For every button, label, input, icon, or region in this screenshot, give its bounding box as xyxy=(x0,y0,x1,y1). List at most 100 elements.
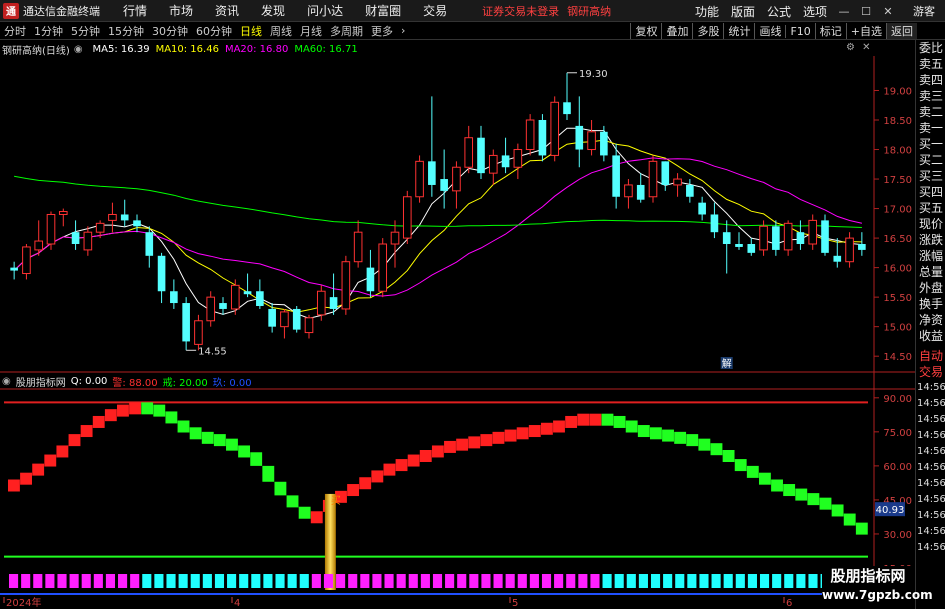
price-tick-label: 14.50 xyxy=(883,352,912,363)
ind-tick-label: 30.00 xyxy=(883,530,912,541)
indicator-block xyxy=(129,402,141,415)
sp-price: 现价 xyxy=(919,217,944,231)
chart-title: 钢研高纳(日线) xyxy=(2,45,70,57)
signal-strip-block xyxy=(675,574,685,588)
signal-strip-block xyxy=(566,574,576,588)
indicator-block xyxy=(722,450,735,462)
candle-body xyxy=(735,244,743,247)
signal-strip-block xyxy=(33,574,43,588)
date-label: 2024年 xyxy=(6,596,41,609)
candle-body xyxy=(428,161,436,185)
signal-strip-block xyxy=(541,574,552,588)
indicator-block xyxy=(698,438,711,451)
candle-body xyxy=(648,160,658,198)
signal-strip-block xyxy=(227,574,237,588)
sp-time-10: 14:56 xyxy=(917,526,945,537)
indicator-block xyxy=(383,463,396,476)
indicator-watch: 戒: 20.00 xyxy=(162,378,208,389)
indicator-block xyxy=(468,436,481,449)
signal-strip-block xyxy=(190,574,200,588)
signal-strip-block xyxy=(505,574,515,588)
signal-strip-block xyxy=(105,574,116,588)
candle-body xyxy=(206,296,216,322)
indicator-block xyxy=(444,440,456,453)
sp-buy2: 买二 xyxy=(919,153,944,167)
sp-time-4: 14:56 xyxy=(917,430,945,441)
sp-time-9: 14:56 xyxy=(917,510,945,521)
indicator-block xyxy=(589,413,602,426)
indicator-block xyxy=(480,434,493,447)
signal-strip-block xyxy=(493,574,503,588)
candle-body xyxy=(575,125,584,150)
sp-sell3: 卖三 xyxy=(919,89,944,103)
indicator-block xyxy=(250,452,263,466)
candle-body xyxy=(563,102,571,115)
sp-auto[interactable]: 自动 xyxy=(916,348,945,364)
sp-weibi[interactable]: 委比 xyxy=(916,40,945,56)
signal-strip-block xyxy=(45,574,55,588)
indicator-block xyxy=(201,431,214,444)
eye-icon[interactable]: ◉ xyxy=(74,44,83,55)
candle-body xyxy=(673,178,682,186)
settings-icon[interactable]: ⚙ xyxy=(846,42,855,53)
indicator-block xyxy=(734,459,747,472)
indicator-block xyxy=(286,495,299,508)
signal-strip-block xyxy=(166,574,176,588)
sp-netasset: 净资 xyxy=(919,313,944,327)
candle-body xyxy=(833,255,842,262)
signal-strip-block xyxy=(554,574,564,588)
indicator-block xyxy=(649,427,662,440)
indicator-block xyxy=(831,504,844,517)
sp-buy4: 买四 xyxy=(919,185,944,199)
signal-strip-block xyxy=(445,574,455,588)
sp-trade[interactable]: 交易 xyxy=(916,364,945,380)
signal-strip-block xyxy=(529,574,539,588)
sp-time-7: 14:56 xyxy=(917,478,945,489)
signal-strip-block xyxy=(372,574,382,588)
indicator-block xyxy=(746,465,759,478)
price-axis: 14.50 15.00 15.50 16.00 16.50 17.00 17.50 18.00… xyxy=(874,86,912,575)
candle-body xyxy=(366,267,375,292)
indicator-block xyxy=(771,479,783,492)
sp-time-1: 14:56 xyxy=(917,382,945,393)
signal-strip-block xyxy=(796,574,806,588)
chart-canvas[interactable]: 19.3014.55解 买 14.5015.0015.5016.0016.501… xyxy=(0,0,945,609)
signal-strip-block xyxy=(626,574,636,588)
ma5-label: MA5: 16.39 xyxy=(92,43,150,55)
indicator-block xyxy=(492,431,505,444)
close-pane-icon[interactable]: ✕ xyxy=(862,42,870,53)
candle-body xyxy=(243,291,252,295)
indicator-block xyxy=(104,409,117,422)
current-value-label: 40.93 xyxy=(876,505,905,516)
candle-body xyxy=(600,131,608,156)
date-label: 5 xyxy=(512,598,518,609)
indicator-block xyxy=(117,404,129,417)
sp-time-8: 14:56 xyxy=(917,494,945,505)
indicator-block xyxy=(238,445,251,458)
indicator-block xyxy=(347,484,360,497)
signal-strip-block xyxy=(650,574,661,588)
indicator-block xyxy=(710,443,723,456)
indicator-block xyxy=(44,454,57,467)
watermark: 股朋指标网 www.7gpzb.com xyxy=(822,566,933,608)
indicator-block xyxy=(80,425,93,438)
ma5-line xyxy=(13,127,862,319)
signal-strip-block xyxy=(602,574,612,588)
date-axis: 2024年 4 5 6 xyxy=(0,593,830,609)
candle-body xyxy=(256,291,264,306)
indicator-block xyxy=(226,438,238,451)
indicator-block xyxy=(262,465,275,482)
signal-strip-block xyxy=(663,574,673,588)
signal-strip-block xyxy=(432,574,443,588)
signal-strip-block xyxy=(263,574,273,588)
signal-strip-block xyxy=(384,574,394,588)
candle-body xyxy=(477,137,485,174)
signal-strip-block xyxy=(457,574,467,588)
indicator-chart: 买 xyxy=(4,401,868,590)
candle-body xyxy=(845,237,854,263)
candle-body xyxy=(353,231,363,263)
indicator-block xyxy=(165,411,178,424)
sp-sell4: 卖四 xyxy=(919,73,944,87)
indicator-eye-icon[interactable]: ◉ xyxy=(2,376,11,387)
sp-sell2: 卖二 xyxy=(919,105,944,119)
